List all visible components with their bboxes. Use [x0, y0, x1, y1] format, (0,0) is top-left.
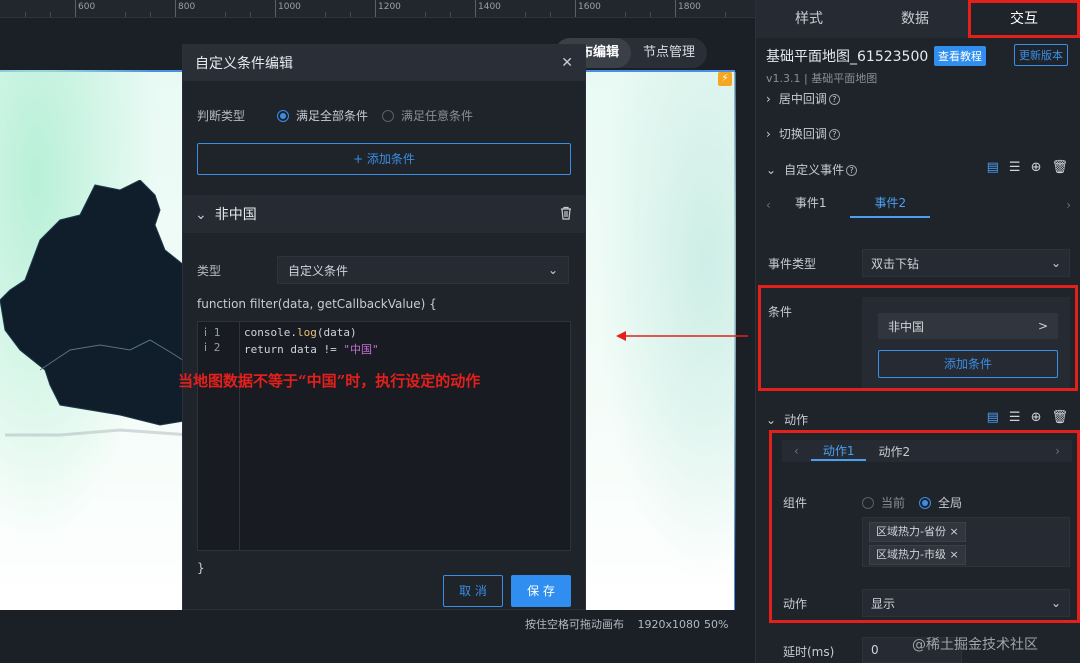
help-icon[interactable]: ?: [846, 165, 858, 176]
event-toolbar: ▤ ☰ ⊕ 🗑: [987, 160, 1068, 175]
component-version: v1.3.1 | 基础平面地图: [766, 72, 878, 85]
update-version-button[interactable]: 更新版本: [1014, 44, 1068, 66]
tab-event-1[interactable]: 事件1: [771, 192, 851, 218]
switch-callback-section[interactable]: 切换回调?: [766, 125, 840, 142]
list-icon[interactable]: ☰: [1009, 410, 1021, 425]
canvas-size: 1920x1080: [637, 618, 701, 631]
condition-name: 非中国: [195, 204, 257, 224]
type-label: 类型: [197, 263, 222, 278]
trash-icon[interactable]: [559, 206, 573, 223]
close-icon[interactable]: ✕: [561, 55, 573, 71]
event-type-select[interactable]: 双击下钻 ⌄: [862, 249, 1070, 277]
modal-header: 自定义条件编辑 ✕: [183, 45, 585, 81]
top-ruler: 600 800 1000 1200 1400 1600 1800: [0, 0, 755, 18]
tab-style[interactable]: 样式: [756, 0, 862, 38]
map-region[interactable]: [0, 180, 190, 440]
ruler-label: 1400: [478, 2, 501, 12]
tab-interaction[interactable]: 交互: [968, 0, 1080, 38]
status-bar: 按住空格可拖动画布 1920x1080 50%: [525, 616, 738, 632]
copy-icon[interactable]: ▤: [987, 410, 999, 425]
help-icon[interactable]: ?: [828, 94, 840, 105]
tab-data[interactable]: 数据: [862, 0, 968, 38]
section-label: 自定义事件: [784, 163, 845, 177]
line-number: ⅰ 1: [204, 326, 221, 339]
copy-icon[interactable]: ▤: [987, 160, 999, 175]
add-condition-button[interactable]: + 添加条件: [197, 143, 571, 175]
function-signature: function filter(data, getCallbackValue) …: [197, 297, 437, 311]
component-title: 基础平面地图_61523500: [766, 49, 929, 65]
type-select[interactable]: 自定义条件 ⌄: [277, 256, 569, 284]
ruler-label: 800: [178, 2, 196, 12]
type-row: 类型 自定义条件 ⌄: [197, 256, 569, 284]
condition-section-header[interactable]: 非中国: [183, 195, 585, 233]
tab-event-2[interactable]: 事件2: [850, 192, 931, 218]
ruler-label: 1800: [678, 2, 701, 12]
actions-section[interactable]: 动作: [766, 411, 808, 428]
code-line[interactable]: return data != "中国": [244, 341, 379, 357]
delay-label: 延时(ms): [783, 645, 835, 659]
save-button[interactable]: 保 存: [511, 575, 571, 607]
option-label: 满足全部条件: [296, 109, 369, 123]
highlight-action-box: [769, 430, 1080, 623]
code-gutter: [198, 322, 240, 550]
event-type-value: 双击下钻: [871, 256, 920, 271]
list-icon[interactable]: ☰: [1009, 160, 1021, 175]
add-icon[interactable]: ⊕: [1031, 160, 1042, 175]
judge-type-label: 判断类型: [197, 109, 246, 123]
center-callback-section[interactable]: 居中回调?: [766, 90, 840, 107]
section-label: 切换回调: [778, 127, 827, 141]
panel-tabs: 样式 数据 交互: [756, 0, 1080, 38]
radio-any-condition[interactable]: 满足任意条件: [382, 107, 473, 124]
annotation-arrow: [616, 331, 748, 341]
closing-brace: }: [197, 561, 205, 575]
code-line[interactable]: console.log(data): [244, 326, 357, 339]
option-label: 满足任意条件: [401, 109, 474, 123]
tab-node-manage[interactable]: 节点管理: [631, 38, 707, 68]
event-tabs: ‹ 事件1 事件2 ›: [766, 192, 1071, 218]
highlight-condition-box: [758, 285, 1078, 391]
section-label: 动作: [784, 413, 809, 427]
watermark: @稀土掘金技术社区: [912, 637, 1038, 653]
cancel-button[interactable]: 取 消: [443, 575, 503, 607]
delay-value: 0: [871, 643, 879, 657]
radio-all-conditions[interactable]: 满足全部条件: [277, 107, 368, 124]
ruler-label: 1000: [278, 2, 301, 12]
annotation-text: 当地图数据不等于“中国”时，执行设定的动作: [178, 372, 481, 390]
trash-icon[interactable]: 🗑: [1051, 410, 1068, 425]
event-type-label: 事件类型: [768, 257, 817, 271]
custom-events-section[interactable]: 自定义事件?: [766, 161, 858, 178]
judge-type-row: 判断类型 满足全部条件 满足任意条件: [197, 107, 487, 124]
custom-condition-modal: 自定义条件编辑 ✕ 判断类型 满足全部条件 满足任意条件 + 添加条件 非中国 …: [182, 44, 586, 610]
drag-hint: 按住空格可拖动画布: [525, 618, 624, 631]
section-label: 居中回调: [778, 92, 827, 106]
radio-unchecked-icon: [382, 109, 395, 122]
ruler-label: 600: [78, 2, 96, 12]
zoom-level[interactable]: 50%: [704, 618, 728, 631]
chevron-down-icon: ⌄: [547, 263, 558, 277]
line-number: ⅰ 2: [204, 341, 221, 354]
lightning-icon[interactable]: ⚡: [718, 72, 732, 86]
action-toolbar: ▤ ☰ ⊕ 🗑: [987, 410, 1068, 425]
trash-icon[interactable]: 🗑: [1051, 160, 1068, 175]
ruler-label: 1600: [578, 2, 601, 12]
type-value: 自定义条件: [288, 263, 349, 278]
modal-title: 自定义条件编辑: [195, 56, 293, 72]
help-icon[interactable]: ?: [828, 129, 840, 140]
code-editor[interactable]: ⅰ 1 ⅰ 2 console.log(data) return data !=…: [197, 321, 571, 551]
tutorial-button[interactable]: 查看教程: [934, 46, 986, 66]
add-icon[interactable]: ⊕: [1031, 410, 1042, 425]
chevron-down-icon: ⌄: [1050, 256, 1061, 270]
radio-checked-icon: [277, 109, 289, 122]
chevron-right-icon[interactable]: ›: [1066, 198, 1071, 212]
ruler-label: 1200: [378, 2, 401, 12]
